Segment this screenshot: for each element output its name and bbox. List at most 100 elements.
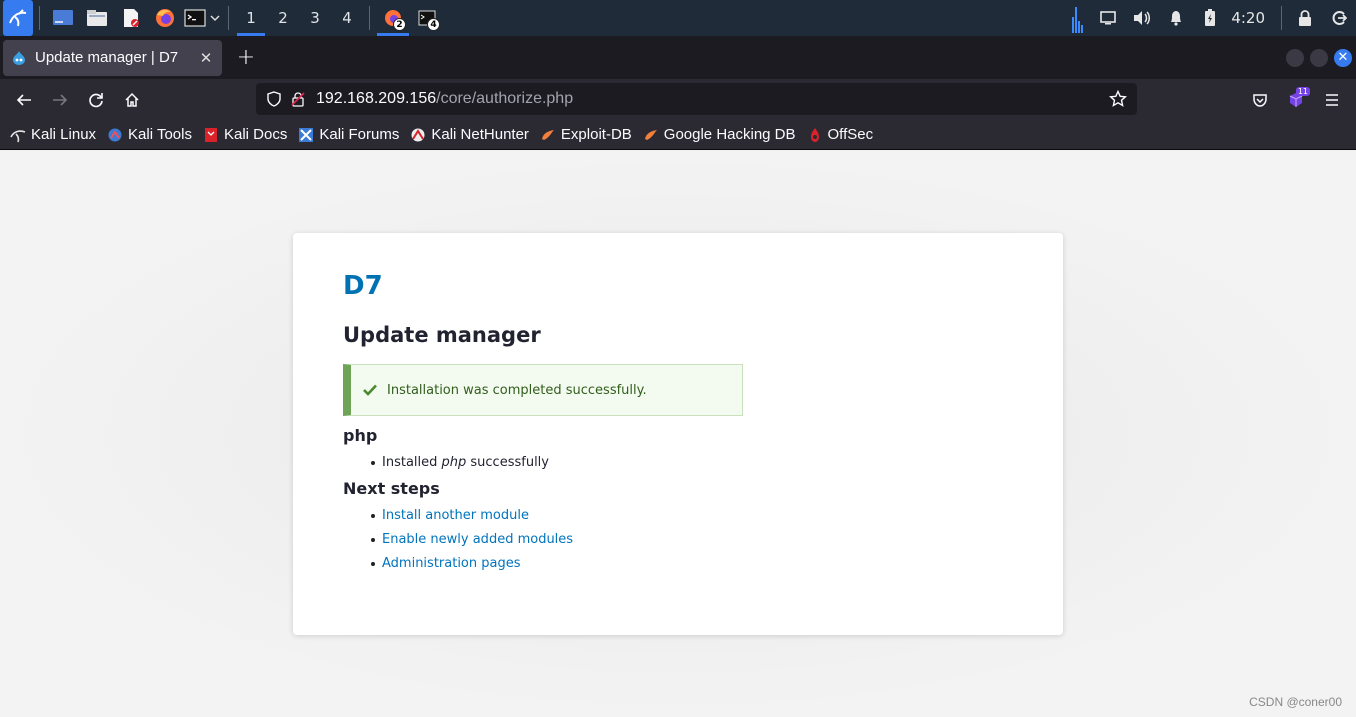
taskbar-firefox[interactable]: 2 [376, 0, 410, 36]
pocket-icon [1253, 93, 1267, 107]
ghdb-icon [643, 127, 659, 143]
bookmark-offsec[interactable]: OffSec [807, 126, 874, 143]
bookmark-label: OffSec [827, 126, 874, 143]
cpu-graph-icon [1063, 0, 1091, 36]
display-icon[interactable] [1091, 0, 1125, 36]
bookmark-kali-nethunter[interactable]: Kali NetHunter [410, 126, 529, 143]
bookmark-exploit-db[interactable]: Exploit-DB [540, 126, 632, 143]
kali-tools-icon [107, 127, 123, 143]
bookmark-label: Kali Linux [31, 126, 97, 143]
bookmarks-toolbar: Kali Linux Kali Tools Kali Docs Kali For… [0, 120, 1356, 150]
bookmark-kali-docs[interactable]: Kali Docs [203, 126, 287, 143]
terminal-launcher-icon[interactable] [182, 0, 208, 36]
result-prefix: Installed [382, 455, 442, 470]
page-title: Update manager [343, 323, 541, 347]
list-item: Install another module [369, 504, 1013, 528]
tab-title: Update manager | D7 [35, 49, 179, 66]
panel-clock[interactable]: 4:20 [1227, 9, 1275, 27]
minimize-window-icon[interactable] [1286, 48, 1304, 67]
status-message-text: Installation was completed successfully. [387, 382, 647, 398]
bookmark-label: Google Hacking DB [663, 126, 796, 143]
bookmark-star-icon[interactable] [1109, 90, 1127, 108]
maximize-window-icon[interactable] [1310, 48, 1328, 67]
desktop-panel: 1 2 3 4 2 4 4:20 [0, 0, 1356, 36]
home-icon [125, 92, 139, 107]
site-name-link[interactable]: D7 [343, 271, 1013, 301]
bookmark-kali-linux[interactable]: Kali Linux [10, 126, 96, 143]
panel-separator [369, 6, 370, 30]
chevron-down-icon[interactable] [208, 0, 222, 36]
watermark: CSDN @coner00 [1249, 695, 1342, 709]
url-text[interactable]: 192.168.209.156/core/authorize.php [316, 90, 573, 108]
workspace-1[interactable]: 1 [235, 0, 267, 36]
browser-tab-strip: Update manager | D7 ✕ + ✕ [0, 36, 1356, 79]
taskbar-terminal[interactable]: 4 [410, 0, 444, 36]
panel-separator [228, 6, 229, 30]
pocket-button[interactable] [1242, 84, 1278, 116]
url-bar[interactable]: 192.168.209.156/core/authorize.php [256, 83, 1137, 115]
panel-separator [39, 6, 40, 30]
module-heading: php [343, 426, 378, 445]
page-viewport: D7 Update manager Installation was compl… [0, 151, 1356, 717]
volume-icon[interactable] [1125, 0, 1159, 36]
url-host: 192.168.209.156 [316, 90, 437, 107]
tab-close-icon[interactable]: ✕ [198, 49, 214, 67]
notification-bell-icon[interactable] [1159, 0, 1193, 36]
taskbar-count-badge: 2 [393, 18, 406, 31]
lock-screen-icon[interactable] [1288, 0, 1322, 36]
arrow-right-icon [53, 93, 68, 106]
drupal-favicon-icon [13, 50, 25, 65]
url-path: /core/authorize.php [436, 90, 574, 107]
back-button[interactable] [6, 84, 42, 116]
workspace-3[interactable]: 3 [299, 0, 331, 36]
hamburger-menu-icon [1326, 93, 1338, 106]
bookmark-label: Kali Forums [319, 126, 400, 143]
extension-button[interactable]: 11 [1278, 84, 1314, 116]
file-manager-icon[interactable] [80, 0, 114, 36]
administration-pages-link[interactable]: Administration pages [382, 556, 521, 571]
firefox-launcher-icon[interactable] [148, 0, 182, 36]
bookmark-kali-forums[interactable]: Kali Forums [298, 126, 399, 143]
text-editor-icon[interactable] [114, 0, 148, 36]
insecure-lock-icon[interactable] [290, 91, 306, 107]
logout-icon[interactable] [1322, 0, 1356, 36]
bookmark-label: Kali Tools [128, 126, 192, 143]
show-desktop-icon[interactable] [46, 0, 80, 36]
update-manager-card: D7 Update manager Installation was compl… [293, 233, 1063, 635]
toolbar-right: 11 [1242, 79, 1356, 120]
list-item: Installed php successfully [369, 451, 1013, 475]
next-steps-list: Install another module Enable newly adde… [343, 504, 1013, 576]
app-menu-button[interactable] [1314, 84, 1350, 116]
battery-icon[interactable] [1193, 0, 1227, 36]
new-tab-button[interactable]: + [228, 40, 264, 76]
kali-docs-icon [203, 127, 219, 143]
browser-tab-update-manager[interactable]: Update manager | D7 ✕ [3, 39, 222, 76]
next-steps-heading: Next steps [343, 479, 440, 498]
extension-count-badge: 11 [1295, 86, 1310, 96]
tracking-shield-icon[interactable] [266, 91, 282, 107]
nethunter-icon [410, 127, 426, 143]
kali-dragon-icon [10, 127, 26, 143]
result-suffix: successfully [466, 455, 549, 470]
system-tray: 4:20 [1063, 0, 1356, 36]
checkmark-icon [363, 384, 377, 396]
enable-modules-link[interactable]: Enable newly added modules [382, 532, 573, 547]
home-button[interactable] [114, 84, 150, 116]
status-message: Installation was completed successfully. [343, 364, 743, 416]
offsec-icon [807, 127, 823, 143]
taskbar-count-badge: 4 [427, 18, 440, 31]
reload-icon [89, 92, 103, 107]
forward-button[interactable] [42, 84, 78, 116]
reload-button[interactable] [78, 84, 114, 116]
window-controls: ✕ [1280, 48, 1352, 67]
arrow-left-icon [16, 93, 31, 106]
workspace-2[interactable]: 2 [267, 0, 299, 36]
bookmark-kali-tools[interactable]: Kali Tools [107, 126, 192, 143]
list-item: Administration pages [369, 552, 1013, 576]
install-another-module-link[interactable]: Install another module [382, 508, 529, 523]
bookmark-google-hacking-db[interactable]: Google Hacking DB [643, 126, 796, 143]
close-window-icon[interactable]: ✕ [1334, 48, 1352, 67]
workspace-4[interactable]: 4 [331, 0, 363, 36]
kali-menu-icon[interactable] [3, 0, 33, 36]
bookmark-label: Kali Docs [223, 126, 288, 143]
